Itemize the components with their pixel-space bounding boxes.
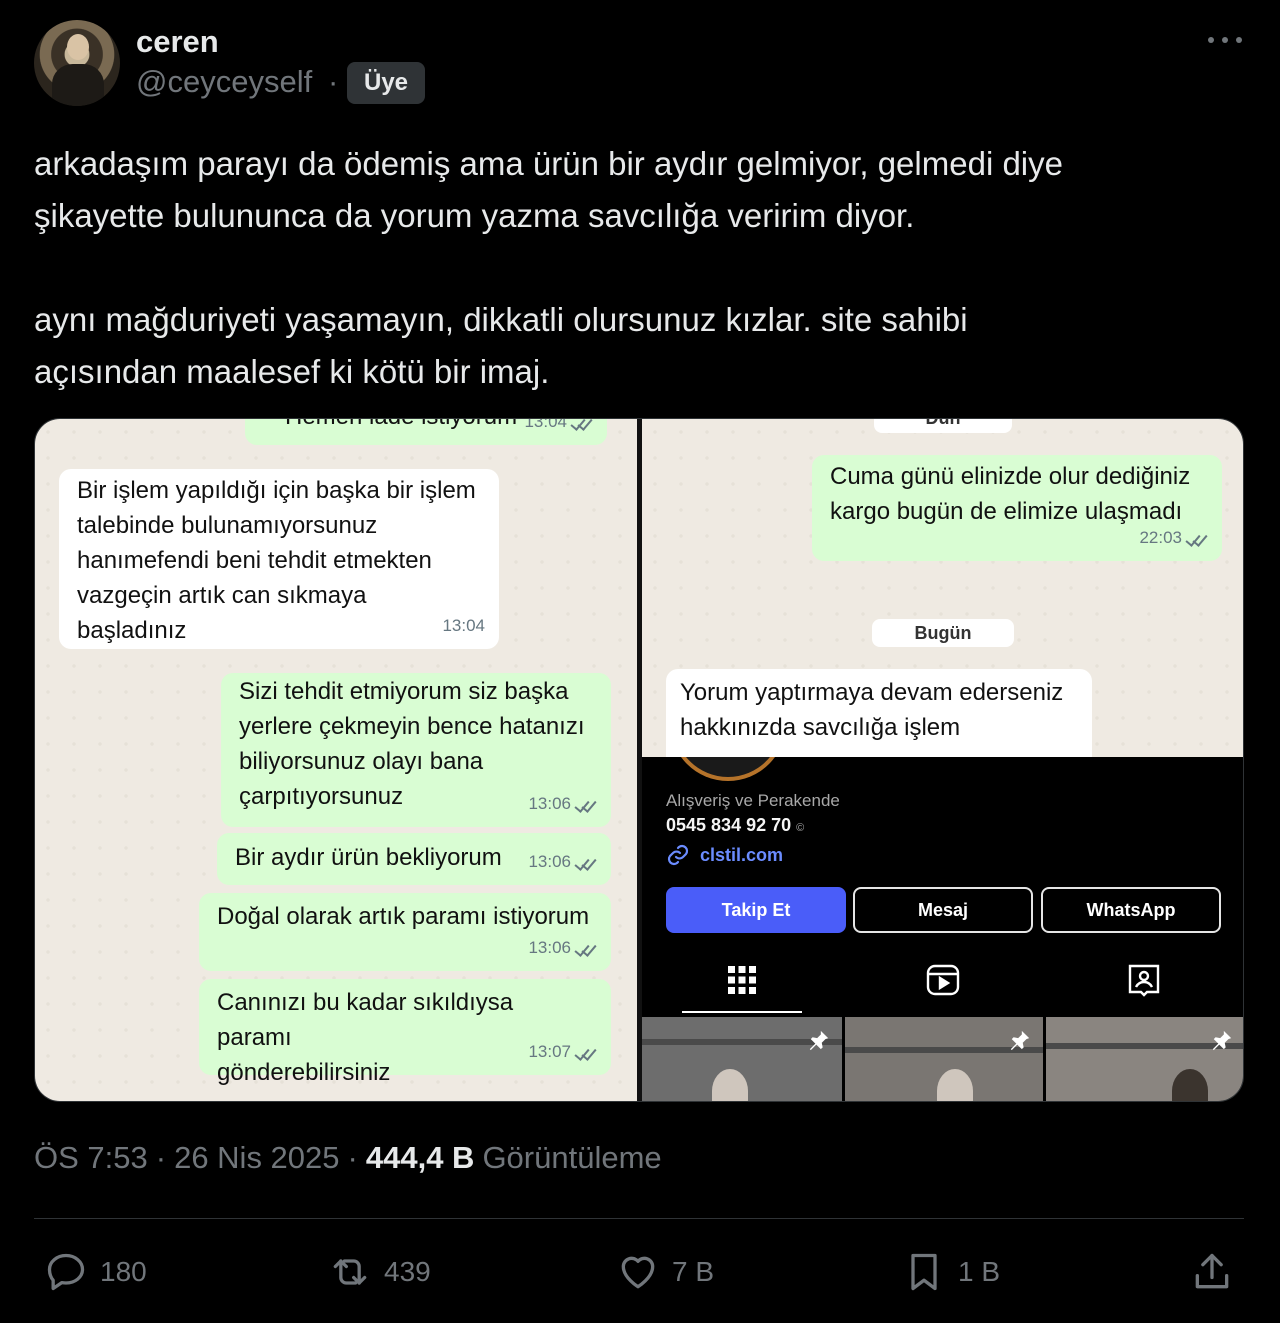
share-button[interactable]	[1190, 1248, 1234, 1296]
read-ticks-icon	[575, 855, 597, 869]
reply-button[interactable]: 180	[44, 1248, 147, 1296]
active-tab-indicator	[682, 1011, 802, 1013]
whatsapp-button[interactable]: WhatsApp	[1041, 887, 1221, 933]
share-icon	[1195, 1253, 1229, 1289]
reply-count: 180	[100, 1256, 147, 1287]
bookmark-icon	[911, 1253, 937, 1291]
read-ticks-icon	[575, 797, 597, 811]
phone-mark: ©	[796, 822, 805, 834]
pin-icon	[1212, 1030, 1232, 1051]
repost-icon	[333, 1259, 367, 1285]
profile-picture	[670, 757, 786, 781]
whatsapp-screenshot-left[interactable]: Hemen iade istiyorum 13:04 Bir işlem yap…	[35, 419, 637, 1101]
date-pill: Bugün	[872, 619, 1014, 647]
message-time: 22:03	[1139, 520, 1208, 555]
pin-icon	[809, 1030, 829, 1051]
message-button[interactable]: Mesaj	[853, 887, 1033, 933]
tagged-icon[interactable]	[1126, 962, 1162, 998]
message-text: Yorum yaptırmaya devam ederseniz hakkını…	[680, 679, 1064, 741]
post-thumbnail[interactable]	[845, 1017, 1043, 1101]
meta-separator: ·	[347, 1140, 358, 1175]
chat-bubble: Cuma günü elinizde olur dediğiniz kargo …	[812, 455, 1222, 561]
message-time: 13:06	[528, 930, 597, 965]
avatar[interactable]	[34, 20, 120, 106]
meta-separator: ·	[155, 1140, 167, 1175]
chat-bubble: Bir işlem yapıldığı için başka bir işlem…	[59, 469, 499, 649]
tweet-media[interactable]: Hemen iade istiyorum 13:04 Bir işlem yap…	[34, 418, 1244, 1102]
date-pill: Dün	[874, 419, 1012, 433]
tweet-text: arkadaşım parayı da ödemiş ama ürün bir …	[34, 145, 1063, 390]
chat-bubble: Doğal olarak artık paramı istiyorum 13:0…	[199, 893, 611, 971]
chat-bubble: Bir aydır ürün bekliyorum 13:06	[217, 833, 611, 885]
bookmark-count: 1 B	[958, 1256, 1001, 1287]
instagram-screenshot[interactable]: Alışveriş ve Perakende 0545 834 92 70 © …	[642, 757, 1243, 1101]
tweet-meta: ÖS 7:53 · 26 Nis 2025 · 444,4 B Görüntül…	[34, 1140, 662, 1176]
follow-button[interactable]: Takip Et	[666, 887, 846, 933]
message-time: 13:07	[528, 1034, 597, 1069]
views-count[interactable]: 444,4 B	[366, 1140, 475, 1176]
handle-separator: ·	[328, 64, 339, 99]
reels-icon[interactable]	[925, 962, 961, 998]
display-name[interactable]: ceren	[136, 24, 219, 60]
chat-bubble: Hemen iade istiyorum 13:04	[245, 419, 607, 445]
views-label: Görüntüleme	[482, 1140, 662, 1175]
profile-phone: 0545 834 92 70 ©	[666, 815, 805, 835]
read-ticks-icon	[571, 419, 593, 429]
profile-category: Alışveriş ve Perakende	[666, 791, 840, 810]
message-time: 13:04	[442, 616, 485, 635]
read-ticks-icon	[1186, 531, 1208, 545]
user-handle[interactable]: @ceyceyself	[136, 64, 312, 100]
message-time: 13:06	[528, 844, 597, 879]
message-text: Doğal olarak artık paramı istiyorum	[217, 903, 590, 930]
divider	[34, 1218, 1244, 1219]
post-thumbnail[interactable]	[642, 1017, 842, 1101]
repost-count: 439	[384, 1256, 431, 1287]
pin-icon	[1010, 1030, 1030, 1051]
like-button[interactable]: 7 B	[616, 1248, 714, 1296]
avatar-body	[52, 64, 104, 106]
message-text: Cuma günü elinizde olur dediğiniz kargo …	[830, 463, 1191, 525]
subscriber-badge[interactable]: Üye	[347, 62, 425, 104]
like-count: 7 B	[672, 1256, 715, 1287]
read-ticks-icon	[575, 1045, 597, 1059]
reply-icon	[47, 1253, 85, 1291]
repost-button[interactable]: 439	[328, 1248, 431, 1296]
link-icon	[667, 844, 689, 866]
tweet-date[interactable]: 26 Nis 2025	[174, 1140, 339, 1176]
bookmark-button[interactable]: 1 B	[902, 1248, 1000, 1296]
heart-icon	[621, 1256, 655, 1289]
tweet-time[interactable]: ÖS 7:53	[34, 1140, 148, 1176]
chat-bubble: Yorum yaptırmaya devam ederseniz hakkını…	[666, 669, 1092, 757]
message-time: 13:06	[528, 786, 597, 821]
chat-bubble: Canınızı bu kadar sıkıldıysa paramı gönd…	[199, 979, 611, 1086]
message-time: 13:04	[524, 419, 593, 439]
grid-icon[interactable]	[724, 962, 760, 998]
chat-bubble: Sizi tehdit etmiyorum siz başka yerlere …	[221, 673, 611, 827]
avatar-head	[67, 34, 89, 60]
whatsapp-screenshot-right[interactable]: Dün Cuma günü elinizde olur dediğiniz ka…	[642, 419, 1243, 757]
profile-link[interactable]: clstil.com	[700, 845, 783, 866]
read-ticks-icon	[575, 941, 597, 955]
message-text: Bir işlem yapıldığı için başka bir işlem…	[77, 477, 476, 644]
more-options-icon[interactable]	[1208, 30, 1242, 50]
post-thumbnail[interactable]	[1046, 1017, 1243, 1101]
